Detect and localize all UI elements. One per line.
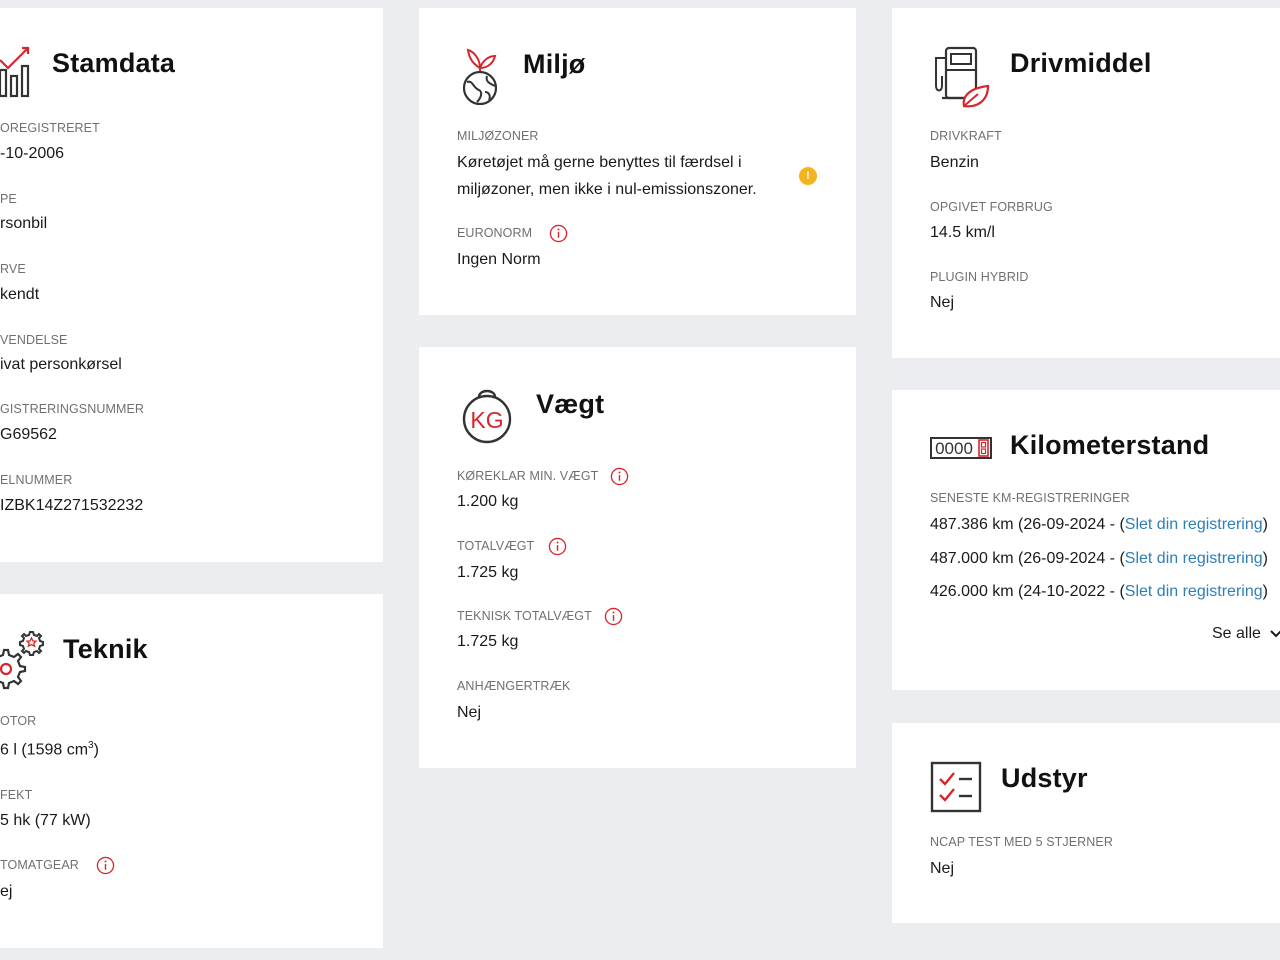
field-value: G69562	[0, 426, 57, 443]
km-row-end: )	[1262, 516, 1268, 533]
field-label: KØREKLAR MIN. VÆGT	[457, 469, 599, 483]
card-teknik: Teknik OTOR 6 l (1598 cm3) FEKT 5 hk (77…	[0, 594, 383, 948]
checklist-icon	[930, 761, 982, 813]
km-registration-row: 487.386 km (26-09-2024 - (Slet din regis…	[930, 516, 1268, 534]
card-drivmiddel: Drivmiddel DRIVKRAFT Benzin OPGIVET FORB…	[892, 8, 1280, 358]
field-label: ANHÆNGERTRÆK	[457, 679, 571, 693]
km-row-end: )	[1262, 583, 1268, 600]
weight-kg-icon: KG	[462, 389, 512, 444]
field-value: IZBK14Z271532232	[0, 497, 144, 514]
field-value: Nej	[930, 294, 955, 311]
field-value: ivat personkørsel	[0, 356, 122, 373]
km-row-text: 426.000 km (24-10-2022 - (	[930, 583, 1125, 600]
km-registration-row: 487.000 km (26-09-2024 - (Slet din regis…	[930, 550, 1268, 568]
field-label: DRIVKRAFT	[930, 129, 1002, 143]
field-value: kendt	[0, 286, 40, 303]
field-value: Nej	[457, 704, 482, 721]
field-value: Ingen Norm	[457, 251, 541, 268]
card-title: Udstyr	[1001, 763, 1088, 793]
field-label: RVE	[0, 262, 26, 276]
field-label: ELNUMMER	[0, 473, 73, 487]
odometer-icon: 0000	[930, 437, 992, 459]
bar-chart-icon	[0, 46, 30, 98]
motor-value-end: )	[93, 741, 99, 759]
odometer-digits: 0000	[935, 439, 973, 458]
motor-value: 6 l (1598 cm	[0, 741, 89, 759]
field-label: MILJØZONER	[457, 129, 539, 143]
field-value: Benzin	[930, 154, 979, 171]
card-vaegt: KG Vægt KØREKLAR MIN. VÆGT 1.200 kg TOTA…	[419, 347, 856, 768]
field-value: 1.200 kg	[457, 493, 519, 510]
field-value: rsonbil	[0, 215, 48, 232]
delete-registration-link[interactable]: Slet din registrering	[1125, 550, 1263, 567]
field-label: OPGIVET FORBRUG	[930, 200, 1053, 214]
field-label: PLUGIN HYBRID	[930, 270, 1029, 284]
info-icon[interactable]	[548, 537, 567, 556]
field-label: NCAP TEST MED 5 STJERNER	[930, 835, 1113, 849]
field-value: 14.5 km/l	[930, 224, 995, 241]
card-title: Vægt	[536, 389, 605, 419]
field-value: 5 hk (77 kW)	[0, 812, 91, 829]
see-all-label: Se alle	[1212, 625, 1261, 642]
gears-icon	[0, 631, 44, 690]
km-row-end: )	[1262, 550, 1268, 567]
field-value: Køretøjet må gerne benyttes til færdsel …	[457, 154, 757, 198]
warning-icon[interactable]: !	[799, 167, 817, 185]
field-value: 1.725 kg	[457, 564, 519, 581]
km-row-text: 487.386 km (26-09-2024 - (	[930, 516, 1125, 533]
field-label: EURONORM	[457, 226, 533, 240]
card-udstyr: Udstyr NCAP TEST MED 5 STJERNER Nej	[892, 723, 1280, 923]
info-icon[interactable]	[549, 224, 568, 243]
card-kilometerstand: 0000 Kilometerstand SENESTE KM-REGISTRER…	[892, 390, 1280, 690]
info-icon[interactable]	[96, 856, 115, 875]
field-value: Nej	[930, 860, 955, 877]
chevron-down-icon	[1270, 630, 1280, 638]
field-label: VENDELSE	[0, 333, 68, 347]
km-row-text: 487.000 km (26-09-2024 - (	[930, 550, 1125, 567]
delete-registration-link[interactable]: Slet din registrering	[1125, 516, 1263, 533]
fuel-pump-leaf-icon	[935, 46, 990, 108]
weight-kg-text: KG	[470, 407, 503, 433]
card-title: Teknik	[63, 634, 148, 664]
delete-registration-link[interactable]: Slet din registrering	[1125, 583, 1263, 600]
card-title: Drivmiddel	[1010, 48, 1152, 78]
field-label: TEKNISK TOTALVÆGT	[457, 609, 592, 623]
field-label: PE	[0, 192, 17, 206]
card-title: Miljø	[523, 49, 586, 79]
km-registration-row: 426.000 km (24-10-2022 - (Slet din regis…	[930, 583, 1268, 601]
field-label: TOTALVÆGT	[457, 539, 535, 553]
card-stamdata: Stamdata OREGISTRERET -10-2006 PE rsonbi…	[0, 8, 383, 562]
field-label: GISTRERINGSNUMMER	[0, 402, 145, 416]
field-value: 6 l (1598 cm3)	[0, 740, 99, 759]
field-label: SENESTE KM-REGISTRERINGER	[930, 491, 1130, 505]
see-all-button[interactable]: Se alle	[1212, 625, 1280, 643]
field-value: -10-2006	[0, 145, 65, 162]
info-icon[interactable]	[604, 607, 623, 626]
field-label: OTOR	[0, 714, 37, 728]
field-value: 1.725 kg	[457, 633, 519, 650]
card-miljo: Miljø MILJØZONER Køretøjet må gerne beny…	[419, 8, 856, 315]
field-label: TOMATGEAR	[0, 858, 79, 872]
field-label: OREGISTRERET	[0, 121, 100, 135]
field-label: FEKT	[0, 788, 33, 802]
card-title: Kilometerstand	[1010, 430, 1210, 460]
globe-leaf-icon	[462, 48, 498, 106]
card-title: Stamdata	[52, 48, 176, 78]
field-value: ej	[0, 883, 13, 900]
info-icon[interactable]	[610, 467, 629, 486]
